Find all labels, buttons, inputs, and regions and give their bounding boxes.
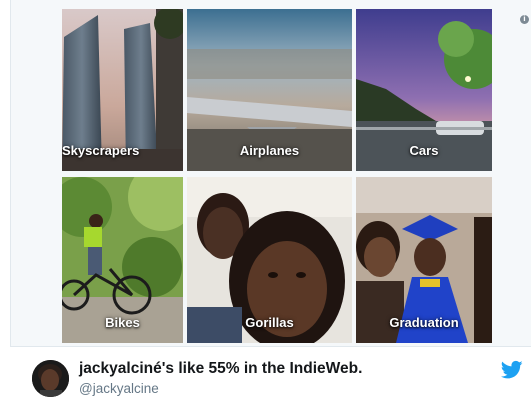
avatar[interactable] <box>32 360 69 397</box>
tile-label: Gorillas <box>245 315 294 330</box>
tile-label: Skyscrapers <box>62 143 140 158</box>
tweet-author-name[interactable]: jackyalciné's like 55% in the IndieWeb. <box>79 360 362 378</box>
tweet-footer[interactable]: jackyalciné's like 55% in the IndieWeb. … <box>10 347 531 403</box>
tile-cars[interactable]: Cars <box>356 9 492 171</box>
photo-grid: Skyscrapers Airplanes Cars Bikes Gorilla… <box>62 9 492 343</box>
tile-label: Bikes <box>105 315 140 330</box>
tile-graduation[interactable]: Graduation <box>356 177 492 343</box>
twitter-bird-icon[interactable] <box>501 360 523 380</box>
tweet-author-handle[interactable]: @jackyalcine <box>79 381 159 396</box>
tile-bikes[interactable]: Bikes <box>62 177 183 343</box>
tile-label: Cars <box>409 143 439 158</box>
tile-label: Airplanes <box>239 143 300 158</box>
tile-airplanes[interactable]: Airplanes <box>187 9 352 171</box>
tile-label: Graduation <box>389 315 459 330</box>
tile-gorillas[interactable]: Gorillas <box>187 177 352 343</box>
tile-skyscrapers[interactable]: Skyscrapers <box>62 9 183 171</box>
info-icon[interactable]: i <box>520 15 529 24</box>
